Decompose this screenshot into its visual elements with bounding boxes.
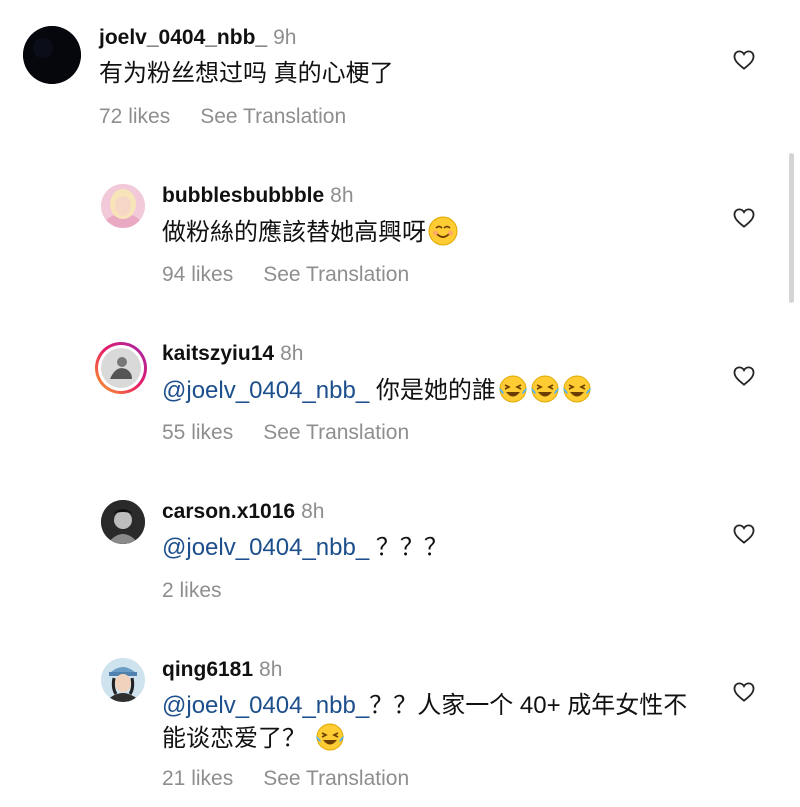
see-translation-link[interactable]: See Translation	[200, 105, 346, 128]
tears-of-joy-emoji-icon	[315, 723, 344, 751]
timestamp: 8h	[280, 342, 304, 365]
mention-link[interactable]: @joelv_0404_nbb_	[162, 377, 369, 404]
timestamp: 9h	[273, 26, 297, 49]
comment-body: 有为粉丝想过吗 真的心梗了	[99, 60, 394, 87]
smiling-face-emoji-icon	[428, 216, 458, 246]
comment-actions: 2 likes	[162, 578, 222, 604]
comment-text: 做粉絲的應該替她高興呀	[162, 216, 702, 249]
comment-actions: 94 likes See Translation	[162, 262, 409, 288]
user-avatar[interactable]	[95, 342, 147, 394]
username[interactable]: bubblesbubbble	[162, 184, 324, 207]
tears-of-joy-emoji-icon	[530, 375, 559, 403]
timestamp: 8h	[259, 658, 283, 681]
see-translation-link[interactable]: See Translation	[263, 767, 409, 790]
comment-text: 有为粉丝想过吗 真的心梗了	[99, 58, 639, 90]
username[interactable]: carson.x1016	[162, 500, 295, 523]
comment-body: 你是她的誰	[369, 377, 496, 404]
likes-count[interactable]: 94 likes	[162, 263, 233, 286]
username[interactable]: joelv_0404_nbb_	[99, 26, 267, 49]
comment-header: joelv_0404_nbb_ 9h	[99, 25, 296, 51]
comment-actions: 55 likes See Translation	[162, 420, 409, 446]
comment-text: @joelv_0404_nbb_？？人家一个 40+ 成年女性不能谈恋爱了？	[162, 690, 692, 755]
tears-of-joy-emoji-icon	[562, 375, 591, 403]
heart-outline-icon[interactable]	[733, 524, 755, 544]
user-avatar[interactable]	[23, 26, 81, 84]
user-avatar[interactable]	[101, 184, 145, 228]
likes-count[interactable]: 72 likes	[99, 105, 170, 128]
comment-body: 做粉絲的應該替她高興呀	[162, 219, 426, 246]
comment-actions: 21 likes See Translation	[162, 766, 409, 792]
username[interactable]: kaitszyiu14	[162, 342, 274, 365]
user-avatar[interactable]	[101, 500, 145, 544]
comment-header: carson.x1016 8h	[162, 499, 324, 525]
likes-count[interactable]: 21 likes	[162, 767, 233, 790]
heart-outline-icon[interactable]	[733, 208, 755, 228]
heart-outline-icon[interactable]	[733, 682, 755, 702]
see-translation-link[interactable]: See Translation	[263, 263, 409, 286]
mention-link[interactable]: @joelv_0404_nbb_	[162, 692, 369, 719]
heart-outline-icon[interactable]	[733, 366, 755, 386]
timestamp: 8h	[330, 184, 354, 207]
see-translation-link[interactable]: See Translation	[263, 421, 409, 444]
likes-count[interactable]: 55 likes	[162, 421, 233, 444]
comment-actions: 72 likes See Translation	[99, 104, 346, 130]
comment-header: qing6181 8h	[162, 657, 282, 683]
comment-text: @joelv_0404_nbb_ 你是她的誰	[162, 374, 702, 407]
likes-count[interactable]: 2 likes	[162, 579, 222, 602]
comment-header: kaitszyiu14 8h	[162, 341, 303, 367]
vertical-scrollbar[interactable]	[789, 153, 794, 303]
tears-of-joy-emoji-icon	[498, 375, 527, 403]
timestamp: 8h	[301, 500, 325, 523]
username[interactable]: qing6181	[162, 658, 253, 681]
user-avatar[interactable]	[101, 658, 145, 702]
comment-header: bubblesbubbble 8h	[162, 183, 354, 209]
comment-body: ？？？	[369, 534, 448, 561]
comment-text: @joelv_0404_nbb_ ？？？	[162, 532, 702, 564]
heart-outline-icon[interactable]	[733, 50, 755, 70]
mention-link[interactable]: @joelv_0404_nbb_	[162, 534, 369, 561]
